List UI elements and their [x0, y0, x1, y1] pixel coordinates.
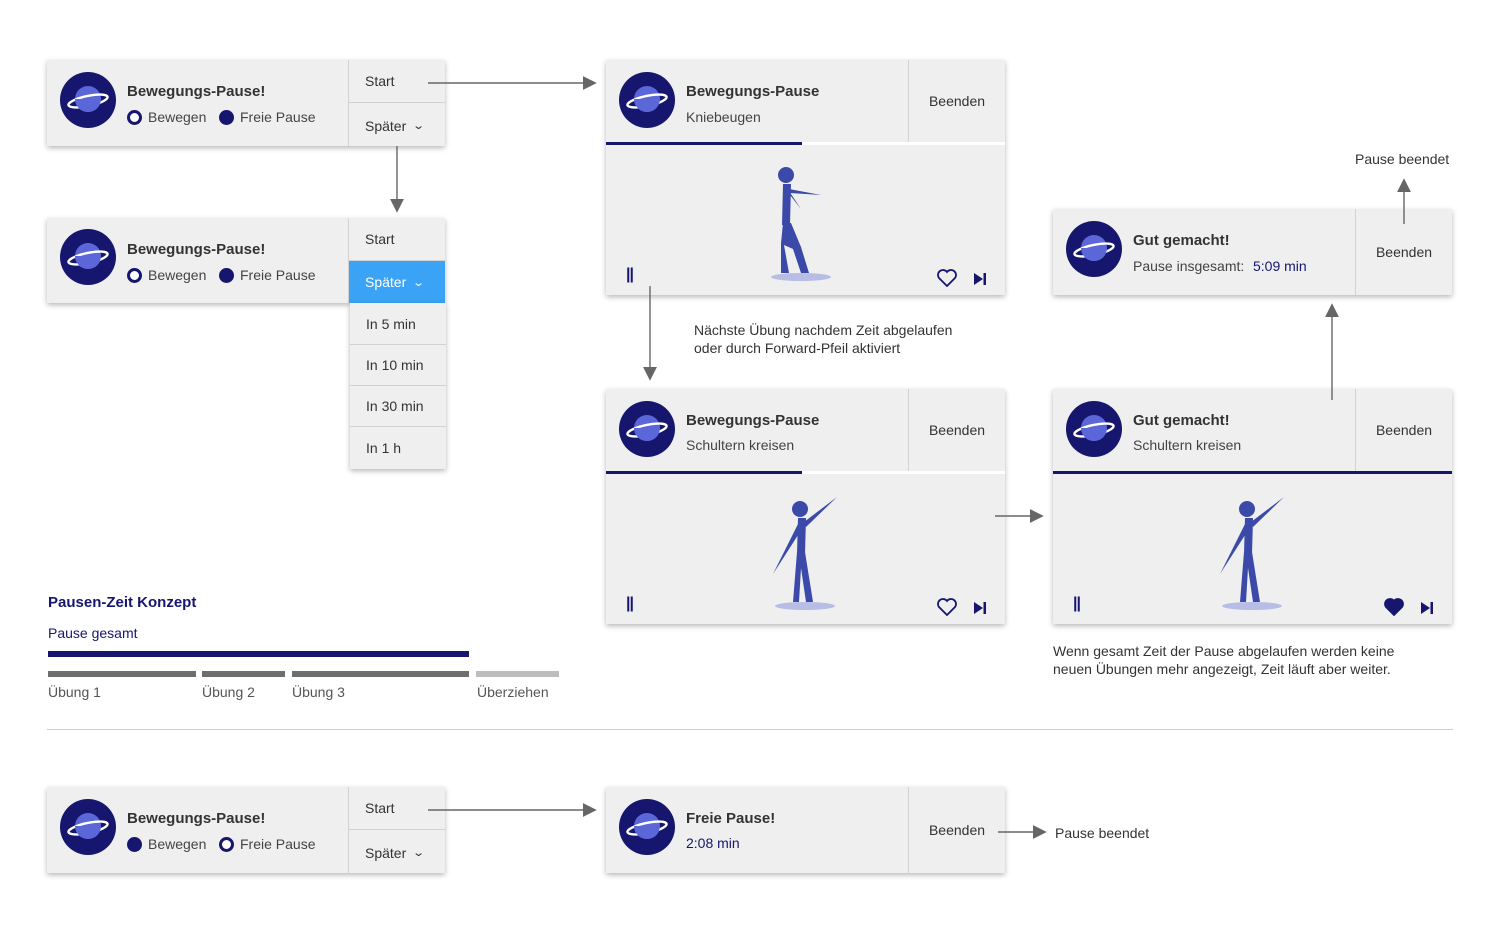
segment-bar-1: [48, 671, 196, 677]
later-button-active[interactable]: Später ⌄: [349, 261, 445, 303]
option-bewegen[interactable]: Bewegen: [127, 267, 206, 283]
exercise-animation-area: ||: [606, 145, 1005, 295]
notification-title: Bewegungs-Pause!: [127, 241, 266, 258]
done-card-exercise: Gut gemacht! Schultern kreisen Beenden |…: [1053, 389, 1452, 624]
card-title: Freie Pause!: [686, 810, 776, 827]
exercise-animation-area: ||: [1053, 474, 1452, 624]
start-button[interactable]: Start: [349, 60, 445, 103]
option-bewegen[interactable]: Bewegen: [127, 109, 206, 125]
free-pause-time: 2:08 min: [686, 835, 740, 851]
planet-logo-icon: [1066, 221, 1122, 277]
notification-card-3: Bewegungs-Pause! Bewegen Freie Pause Sta…: [47, 787, 445, 873]
radio-icon: [219, 836, 234, 852]
exercise-name: Kniebeugen: [686, 109, 761, 125]
section-divider: [47, 729, 1453, 730]
notification-title: Bewegungs-Pause!: [127, 83, 266, 100]
segment-label-2: Übung 2: [202, 684, 255, 700]
action-column: Start Später ⌄: [348, 218, 445, 303]
start-button[interactable]: Start: [349, 218, 445, 261]
end-button[interactable]: Beenden: [908, 787, 1005, 873]
end-button[interactable]: Beenden: [908, 389, 1005, 471]
exercise-name: Schultern kreisen: [1133, 437, 1242, 453]
planet-logo-icon: [60, 229, 116, 285]
skip-forward-icon[interactable]: [973, 272, 987, 286]
pause-ended-label-bottom: Pause beendet: [1055, 825, 1150, 841]
squat-figure: [770, 167, 831, 281]
pause-ended-label-top: Pause beendet: [1355, 151, 1450, 167]
skip-forward-icon[interactable]: [1420, 601, 1434, 615]
shoulder-figure: [1219, 497, 1284, 610]
menu-item-5min[interactable]: In 5 min: [350, 303, 446, 344]
end-button[interactable]: Beenden: [1355, 209, 1452, 295]
segment-bar-2: [202, 671, 285, 677]
planet-logo-icon: [60, 799, 116, 855]
menu-item-10min[interactable]: In 10 min: [350, 344, 446, 385]
option-freie-pause[interactable]: Freie Pause: [219, 836, 315, 852]
segment-label-overtime: Überziehen: [477, 684, 549, 700]
radio-icon: [219, 267, 234, 283]
heart-filled-icon[interactable]: [1384, 598, 1404, 616]
option-freie-pause[interactable]: Freie Pause: [219, 109, 315, 125]
pause-icon[interactable]: ||: [1073, 595, 1081, 613]
menu-item-30min[interactable]: In 30 min: [350, 385, 446, 426]
option-bewegen[interactable]: Bewegen: [127, 836, 206, 852]
card-title: Bewegungs-Pause: [686, 83, 820, 100]
radio-icon: [127, 836, 142, 852]
notification-title: Bewegungs-Pause!: [127, 810, 266, 827]
notification-card-2: Bewegungs-Pause! Bewegen Freie Pause Sta…: [47, 218, 445, 303]
exercise-animation-area: ||: [606, 474, 1005, 624]
end-button[interactable]: Beenden: [908, 60, 1005, 142]
action-column: Start Später ⌄: [348, 60, 445, 146]
chevron-down-icon: ⌄: [412, 847, 426, 859]
shoulder-figure: [772, 497, 837, 610]
concept-title: Pausen-Zeit Konzept: [48, 594, 197, 611]
total-label: Pause insgesamt:: [1133, 258, 1245, 274]
pause-icon[interactable]: ||: [626, 595, 634, 613]
done-card-summary: Gut gemacht! Pause insgesamt: 5:09 min B…: [1053, 209, 1452, 295]
planet-logo-icon: [619, 799, 675, 855]
planet-logo-icon: [1066, 401, 1122, 457]
notification-card-1: Bewegungs-Pause! Bewegen Freie Pause Sta…: [47, 60, 445, 146]
total-pause-bar: [48, 651, 469, 657]
start-button[interactable]: Start: [349, 787, 445, 830]
card-title: Gut gemacht!: [1133, 232, 1230, 249]
menu-item-1h[interactable]: In 1 h: [350, 426, 446, 469]
exercise-name: Schultern kreisen: [686, 437, 795, 453]
radio-icon: [219, 109, 234, 125]
segment-bar-3: [292, 671, 469, 677]
total-value: 5:09 min: [1253, 258, 1307, 274]
note-next-exercise: Nächste Übung nachdem Zeit abgelaufen od…: [694, 322, 953, 356]
skip-forward-icon[interactable]: [973, 601, 987, 615]
end-button[interactable]: Beenden: [1355, 389, 1452, 471]
planet-logo-icon: [619, 72, 675, 128]
later-button[interactable]: Später ⌄: [349, 831, 445, 874]
concept-total-label: Pause gesamt: [48, 625, 138, 641]
free-pause-card: Freie Pause! 2:08 min Beenden: [606, 787, 1005, 873]
radio-icon: [127, 267, 142, 283]
heart-icon[interactable]: [937, 269, 957, 287]
planet-logo-icon: [60, 72, 116, 128]
pause-icon[interactable]: ||: [626, 266, 634, 284]
radio-icon: [127, 109, 142, 125]
exercise-card-1: Bewegungs-Pause Kniebeugen Beenden ||: [606, 60, 1005, 295]
option-freie-pause[interactable]: Freie Pause: [219, 267, 315, 283]
later-dropdown-menu: In 5 min In 10 min In 30 min In 1 h: [350, 303, 446, 469]
heart-icon[interactable]: [937, 598, 957, 616]
chevron-down-icon: ⌄: [412, 276, 426, 289]
later-button[interactable]: Später ⌄: [349, 104, 445, 147]
segment-label-1: Übung 1: [48, 684, 101, 700]
card-title: Bewegungs-Pause: [686, 412, 820, 429]
chevron-down-icon: ⌄: [412, 120, 426, 132]
planet-logo-icon: [619, 401, 675, 457]
action-column: Start Später ⌄: [348, 787, 445, 873]
card-title: Gut gemacht!: [1133, 412, 1230, 429]
note-total-time: Wenn gesamt Zeit der Pause abgelaufen we…: [1053, 643, 1395, 677]
exercise-card-2: Bewegungs-Pause Schultern kreisen Beende…: [606, 389, 1005, 624]
segment-label-3: Übung 3: [292, 684, 345, 700]
segment-bar-overtime: [476, 671, 559, 677]
